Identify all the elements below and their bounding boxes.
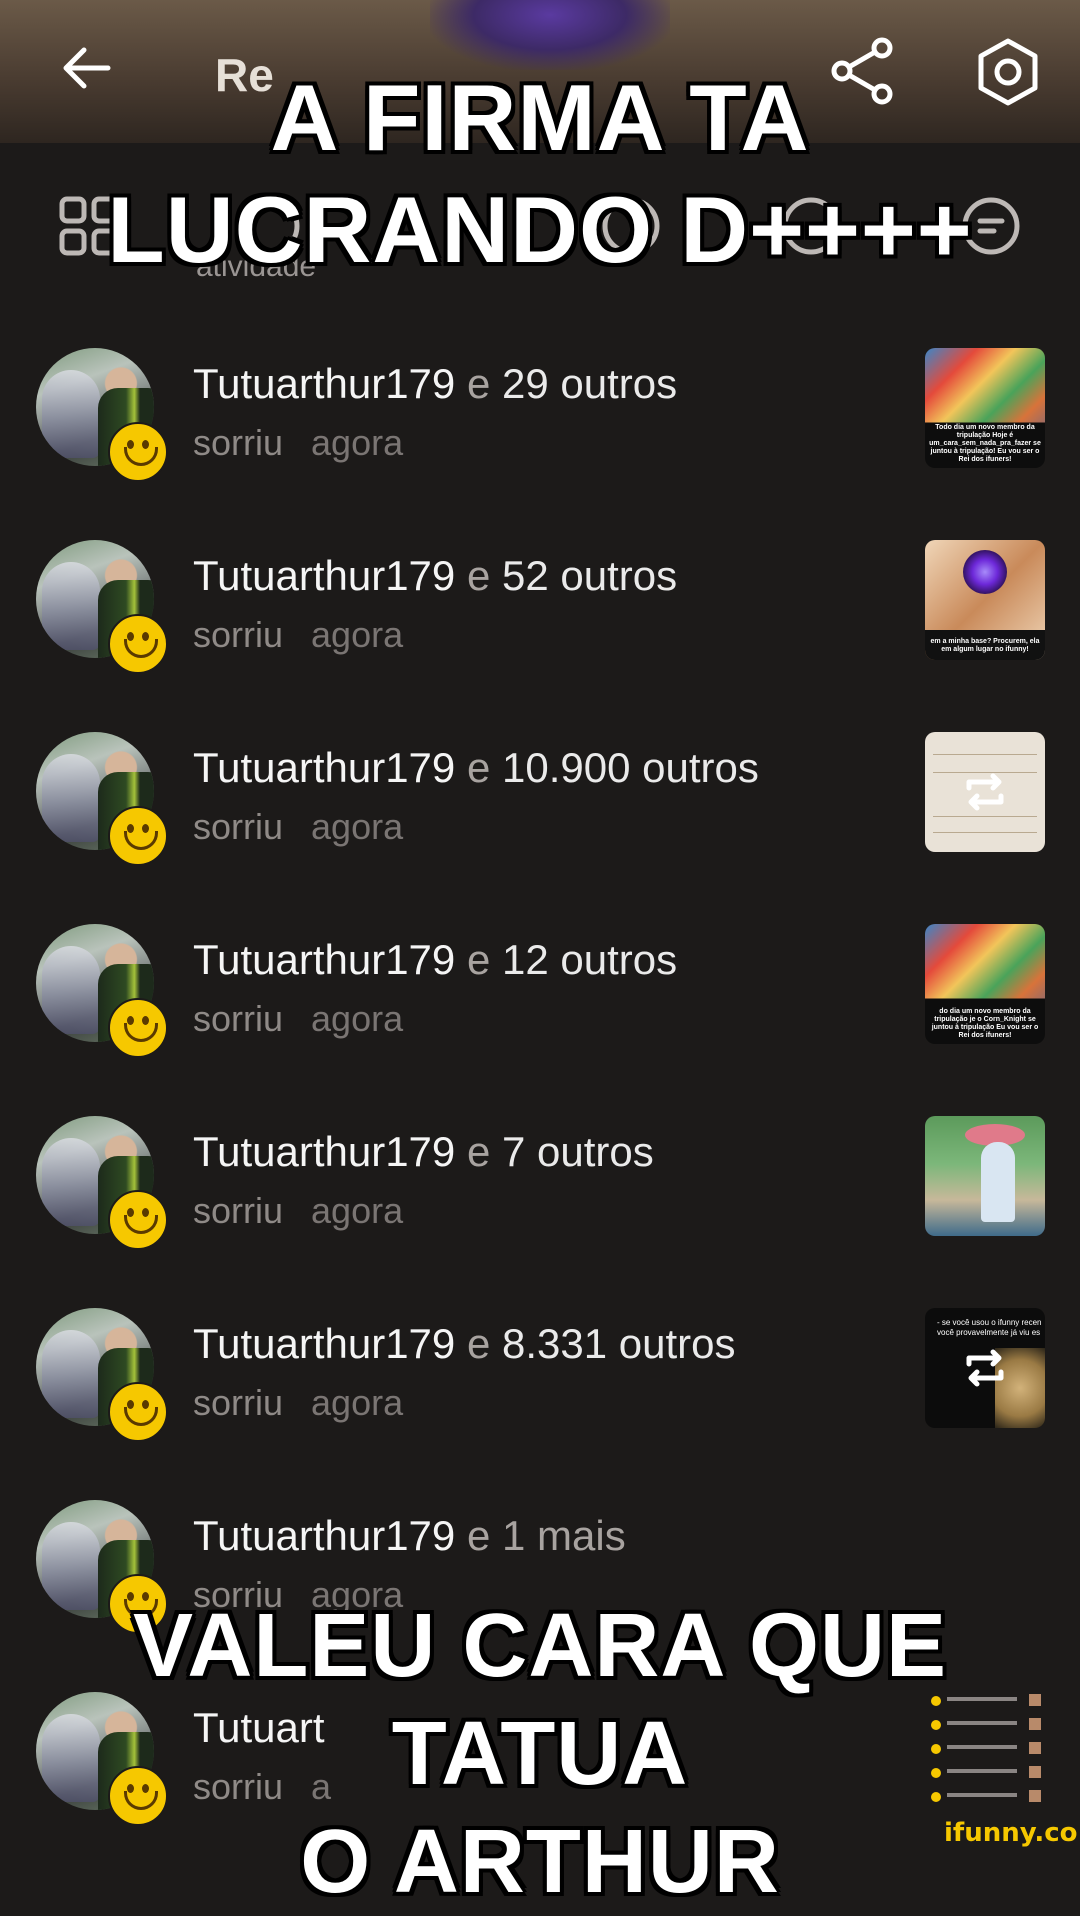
others-count[interactable]: 7 outros [502,1128,654,1175]
username[interactable]: Tutuarthur179 [193,1128,455,1175]
timestamp: agora [311,1190,404,1231]
activity-meta: sorriu agora [193,614,403,656]
others-count[interactable]: 52 outros [502,552,677,599]
activity-text: Tutuarthur179 e 1 mais [193,1512,626,1560]
list-item[interactable]: Tutuarthur179 e 52 outros sorriu agora em… [0,540,1080,730]
timestamp: agora [311,614,404,655]
thumbnail-orb [963,550,1007,594]
activity-text: Tutuarthur179 e 12 outros [193,936,677,984]
header-image-blur [430,0,670,70]
timestamp: agora [311,806,404,847]
meme-bottom-line-2: O ARTHUR [300,1812,780,1912]
joiner-text: e [466,1320,491,1367]
joiner-text: e [466,1128,491,1175]
joiner-text: e [466,1512,491,1559]
timestamp: agora [311,1382,404,1423]
smile-badge-icon [108,998,168,1058]
joiner-text: e [466,360,491,407]
others-count[interactable]: 29 outros [502,360,677,407]
action-text: sorriu [193,998,284,1039]
others-count[interactable]: 10.900 outros [502,744,759,791]
others-count[interactable]: 12 outros [502,936,677,983]
smile-badge-icon [108,806,168,866]
action-text: sorriu [193,806,284,847]
username[interactable]: Tutuarthur179 [193,552,455,599]
list-item[interactable]: Tutuarthur179 e 8.331 outros sorriu agora… [0,1308,1080,1498]
list-item[interactable]: Tutuarthur179 e 10.900 outros sorriu agor… [0,732,1080,922]
smile-badge-icon [108,422,168,482]
others-count[interactable]: 8.331 outros [502,1320,736,1367]
activity-text: Tutuarthur179 e 52 outros [193,552,677,600]
activity-text: Tutuarthur179 e 7 outros [193,1128,654,1176]
post-thumbnail[interactable] [925,1116,1045,1236]
thumbnail-caption: - se você usou o ifunny recen você prova… [937,1318,1042,1337]
post-thumbnail[interactable]: - se você usou o ifunny recen você prova… [925,1308,1045,1428]
action-text: sorriu [193,614,284,655]
joiner-text: e [466,744,491,791]
username[interactable]: Tutuarthur179 [193,936,455,983]
activity-meta: sorriu agora [193,998,403,1040]
list-item[interactable]: Tutuarthur179 e 7 outros sorriu agora [0,1116,1080,1306]
thumbnail-caption: Todo dia um novo membro da tripulação Ho… [929,424,1041,463]
activity-text: Tutuarthur179 e 29 outros [193,360,677,408]
activity-meta: sorriu agora [193,422,403,464]
smile-badge-icon [108,1190,168,1250]
activity-meta: sorriu agora [193,1382,403,1424]
action-text: sorriu [193,1382,284,1423]
ifunny-watermark: ifunny.co [944,1818,1078,1848]
meme-top-line-1: A FIRMA TA [270,65,810,170]
meme-top-caption: A FIRMA TA LUCRANDO D++++ [0,62,1080,286]
joiner-text: e [466,936,491,983]
action-text: sorriu [193,1190,284,1231]
repost-icon [966,773,1004,811]
thumbnail-caption: do dia um novo membro da tripulação je o… [931,1008,1039,1039]
list-item[interactable]: Tutuarthur179 e 12 outros sorriu agora do… [0,924,1080,1114]
activity-text: Tutuarthur179 e 10.900 outros [193,744,759,792]
smile-badge-icon [108,614,168,674]
action-text: sorriu [193,422,284,463]
username[interactable]: Tutuarthur179 [193,1512,455,1559]
meme-bottom-line-1: VALEU CARA QUE TATUA [132,1596,948,1804]
username[interactable]: Tutuarthur179 [193,1320,455,1367]
meme-top-line-2: LUCRANDO D++++ [107,177,973,282]
thumbnail-caption: em a minha base? Procurem, ela em algum … [930,638,1040,653]
repost-icon [966,1349,1004,1387]
activity-text: Tutuarthur179 e 8.331 outros [193,1320,736,1368]
list-item[interactable]: Tutuarthur179 e 29 outros sorriu agora To… [0,348,1080,538]
timestamp: agora [311,422,404,463]
activity-meta: sorriu agora [193,806,403,848]
timestamp: agora [311,998,404,1039]
others-count[interactable]: 1 mais [502,1512,626,1559]
post-thumbnail[interactable]: do dia um novo membro da tripulação je o… [925,924,1045,1044]
smile-badge-icon [108,1382,168,1442]
joiner-text: e [466,552,491,599]
post-thumbnail[interactable]: Todo dia um novo membro da tripulação Ho… [925,348,1045,468]
meme-bottom-caption: VALEU CARA QUE TATUA O ARTHUR [0,1592,1080,1916]
post-thumbnail[interactable] [925,732,1045,852]
username[interactable]: Tutuarthur179 [193,360,455,407]
post-thumbnail[interactable]: em a minha base? Procurem, ela em algum … [925,540,1045,660]
username[interactable]: Tutuarthur179 [193,744,455,791]
activity-meta: sorriu agora [193,1190,403,1232]
